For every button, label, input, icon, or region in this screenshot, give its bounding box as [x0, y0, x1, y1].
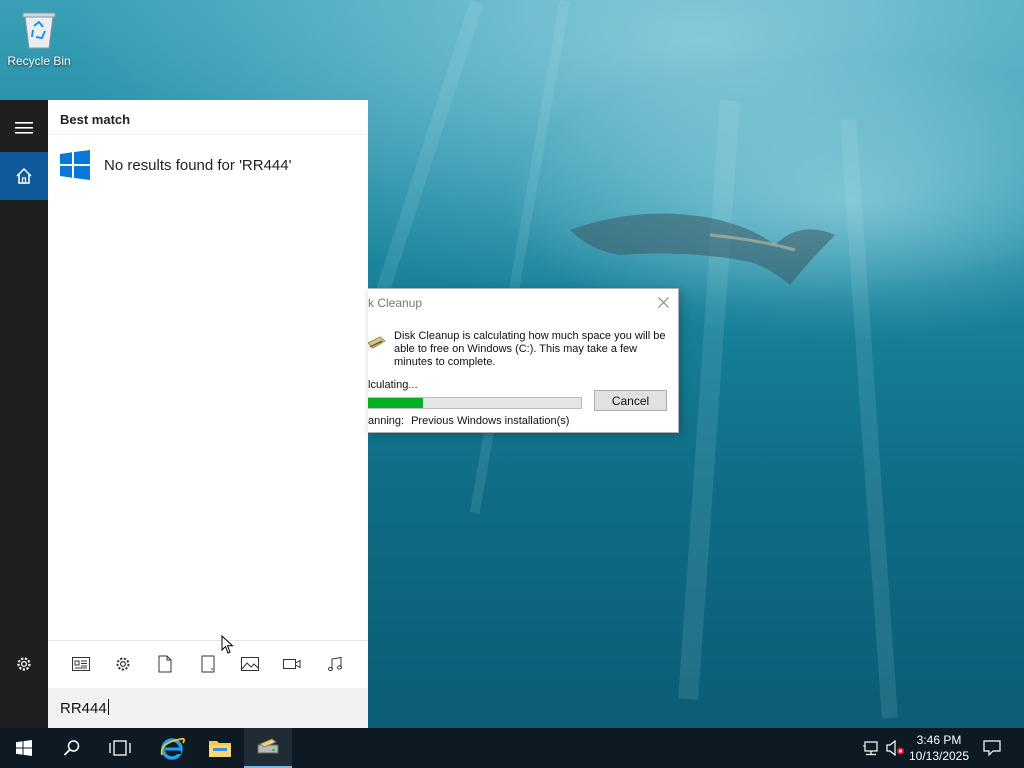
videos-icon	[283, 659, 301, 669]
internet-explorer-icon	[160, 737, 185, 760]
task-view-icon	[109, 740, 131, 756]
documents-icon	[158, 655, 172, 673]
settings-icon	[116, 657, 130, 671]
recycle-bin-icon	[20, 10, 58, 50]
search-button[interactable]	[48, 728, 96, 768]
cancel-button[interactable]: Cancel	[594, 390, 667, 411]
network-icon	[863, 741, 878, 756]
file-explorer-button[interactable]	[196, 728, 244, 768]
settings-button[interactable]	[0, 640, 48, 688]
photos-icon	[241, 657, 259, 671]
volume-muted-icon	[886, 740, 904, 756]
internet-explorer-button[interactable]	[148, 728, 196, 768]
documents-filter-button[interactable]	[154, 653, 176, 675]
wallpaper-ray	[469, 0, 570, 514]
taskbar: 3:46 PM 10/13/2025	[0, 728, 1024, 768]
search-input-value: RR444	[60, 700, 107, 717]
photos-filter-button[interactable]	[239, 653, 261, 675]
search-results-panel: Best match No results found for 'RR444'	[48, 100, 368, 728]
disk-cleanup-dialog: k Cleanup Disk Cleanup is calculating ho…	[367, 288, 679, 433]
folders-filter-button[interactable]	[197, 653, 219, 675]
clock[interactable]: 3:46 PM 10/13/2025	[905, 732, 973, 764]
clock-time: 3:46 PM	[916, 733, 962, 747]
progress-fill	[368, 398, 424, 408]
scanning-status: anning: Previous Windows installation(s)	[368, 415, 569, 427]
search-filter-bar	[48, 640, 368, 688]
network-button[interactable]	[860, 728, 882, 768]
dialog-message: Disk Cleanup is calculating how much spa…	[394, 330, 666, 368]
windows-logo-icon	[59, 149, 91, 181]
scanning-value: Previous Windows installation(s)	[411, 415, 570, 427]
file-explorer-icon	[209, 741, 231, 757]
apps-filter-button[interactable]	[70, 653, 92, 675]
action-center-button[interactable]	[978, 728, 1006, 768]
clock-date: 10/13/2025	[908, 749, 970, 763]
folders-icon	[201, 655, 215, 673]
search-input[interactable]: RR444	[48, 688, 368, 728]
start-button[interactable]	[0, 728, 48, 768]
music-filter-button[interactable]	[324, 653, 346, 675]
volume-button[interactable]	[884, 728, 906, 768]
divider	[48, 134, 368, 135]
progress-bar	[368, 397, 582, 409]
hamburger-menu-button[interactable]	[0, 104, 48, 152]
videos-filter-button[interactable]	[281, 653, 303, 675]
disk-cleanup-icon	[367, 333, 386, 351]
gear-icon	[17, 657, 31, 671]
home-button[interactable]	[0, 152, 48, 200]
search-icon	[63, 740, 80, 756]
hamburger-icon	[15, 122, 33, 134]
notification-icon	[983, 740, 1001, 756]
best-match-heading: Best match	[60, 112, 131, 127]
settings-filter-button[interactable]	[112, 653, 134, 675]
dialog-close-button[interactable]	[654, 293, 672, 311]
scanning-label: anning:	[368, 415, 405, 427]
disk-cleanup-icon	[257, 738, 279, 754]
dialog-title: k Cleanup	[368, 296, 423, 310]
recycle-bin-label: Recycle Bin	[7, 54, 71, 68]
no-results-text: No results found for 'RR444'	[104, 156, 292, 174]
windows-start-icon	[16, 740, 32, 756]
mouse-pointer-icon	[221, 635, 234, 654]
music-icon	[328, 656, 342, 672]
close-icon	[657, 296, 669, 308]
text-caret	[107, 699, 109, 715]
disk-cleanup-taskbar-button[interactable]	[244, 728, 292, 768]
start-rail	[0, 100, 48, 728]
no-results-item: No results found for 'RR444'	[48, 145, 368, 185]
recycle-bin-shortcut[interactable]: Recycle Bin	[4, 6, 74, 68]
task-view-button[interactable]	[96, 728, 144, 768]
calculating-label: lculating...	[368, 379, 418, 391]
apps-icon	[72, 657, 90, 671]
home-icon	[16, 167, 32, 184]
